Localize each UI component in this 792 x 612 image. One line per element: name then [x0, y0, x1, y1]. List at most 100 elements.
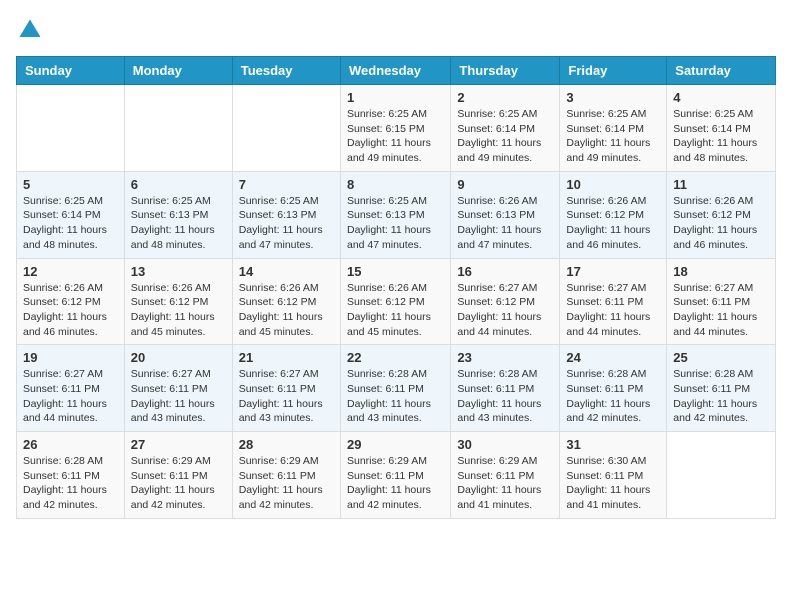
day-info: Sunrise: 6:25 AMSunset: 6:13 PMDaylight:… [347, 194, 444, 253]
day-number: 30 [457, 437, 553, 452]
day-info: Sunrise: 6:25 AMSunset: 6:14 PMDaylight:… [566, 107, 660, 166]
weekday-header-thursday: Thursday [451, 57, 560, 85]
day-number: 29 [347, 437, 444, 452]
day-number: 19 [23, 350, 118, 365]
day-number: 13 [131, 264, 226, 279]
day-info: Sunrise: 6:28 AMSunset: 6:11 PMDaylight:… [566, 367, 660, 426]
day-number: 11 [673, 177, 769, 192]
day-info: Sunrise: 6:26 AMSunset: 6:13 PMDaylight:… [457, 194, 553, 253]
day-number: 9 [457, 177, 553, 192]
day-info: Sunrise: 6:25 AMSunset: 6:14 PMDaylight:… [457, 107, 553, 166]
day-cell: 3 Sunrise: 6:25 AMSunset: 6:14 PMDaylight… [560, 85, 667, 172]
day-cell: 1 Sunrise: 6:25 AMSunset: 6:15 PMDaylight… [340, 85, 450, 172]
day-cell [667, 432, 776, 519]
day-cell: 22Sunrise: 6:28 AMSunset: 6:11 PMDayligh… [340, 345, 450, 432]
day-cell [124, 85, 232, 172]
day-info: Sunrise: 6:28 AMSunset: 6:11 PMDaylight:… [673, 367, 769, 426]
day-cell: 16 Sunrise: 6:27 AMSunset: 6:12 PMDayligh… [451, 258, 560, 345]
day-number: 1 [347, 90, 444, 105]
day-number: 7 [239, 177, 334, 192]
day-number: 2 [457, 90, 553, 105]
day-info: Sunrise: 6:30 AMSunset: 6:11 PMDaylight:… [566, 454, 660, 513]
day-number: 26 [23, 437, 118, 452]
weekday-header-row: SundayMondayTuesdayWednesdayThursdayFrid… [17, 57, 776, 85]
day-number: 15 [347, 264, 444, 279]
day-info: Sunrise: 6:25 AMSunset: 6:15 PMDaylight:… [347, 107, 444, 166]
day-info: Sunrise: 6:26 AMSunset: 6:12 PMDaylight:… [347, 281, 444, 340]
weekday-header-tuesday: Tuesday [232, 57, 340, 85]
week-row-3: 12 Sunrise: 6:26 AMSunset: 6:12 PMDayligh… [17, 258, 776, 345]
day-info: Sunrise: 6:27 AMSunset: 6:12 PMDaylight:… [457, 281, 553, 340]
day-info: Sunrise: 6:25 AMSunset: 6:13 PMDaylight:… [239, 194, 334, 253]
day-cell: 14Sunrise: 6:26 AMSunset: 6:12 PMDayligh… [232, 258, 340, 345]
day-cell: 2 Sunrise: 6:25 AMSunset: 6:14 PMDaylight… [451, 85, 560, 172]
day-cell: 31 Sunrise: 6:30 AMSunset: 6:11 PMDayligh… [560, 432, 667, 519]
week-row-2: 5Sunrise: 6:25 AMSunset: 6:14 PMDaylight… [17, 171, 776, 258]
day-cell [17, 85, 125, 172]
day-cell: 10 Sunrise: 6:26 AMSunset: 6:12 PMDayligh… [560, 171, 667, 258]
day-number: 16 [457, 264, 553, 279]
day-cell: 17Sunrise: 6:27 AMSunset: 6:11 PMDayligh… [560, 258, 667, 345]
day-cell: 5Sunrise: 6:25 AMSunset: 6:14 PMDaylight… [17, 171, 125, 258]
day-number: 8 [347, 177, 444, 192]
day-number: 12 [23, 264, 118, 279]
day-info: Sunrise: 6:25 AMSunset: 6:14 PMDaylight:… [23, 194, 118, 253]
day-number: 21 [239, 350, 334, 365]
day-cell: 12 Sunrise: 6:26 AMSunset: 6:12 PMDayligh… [17, 258, 125, 345]
day-info: Sunrise: 6:29 AMSunset: 6:11 PMDaylight:… [131, 454, 226, 513]
day-number: 10 [566, 177, 660, 192]
day-number: 27 [131, 437, 226, 452]
day-info: Sunrise: 6:25 AMSunset: 6:13 PMDaylight:… [131, 194, 226, 253]
logo [16, 16, 48, 44]
day-cell: 13 Sunrise: 6:26 AMSunset: 6:12 PMDayligh… [124, 258, 232, 345]
day-info: Sunrise: 6:26 AMSunset: 6:12 PMDaylight:… [131, 281, 226, 340]
day-number: 17 [566, 264, 660, 279]
weekday-header-saturday: Saturday [667, 57, 776, 85]
day-cell: 8 Sunrise: 6:25 AMSunset: 6:13 PMDaylight… [340, 171, 450, 258]
day-cell: 4 Sunrise: 6:25 AMSunset: 6:14 PMDaylight… [667, 85, 776, 172]
day-info: Sunrise: 6:27 AMSunset: 6:11 PMDaylight:… [23, 367, 118, 426]
day-cell: 7 Sunrise: 6:25 AMSunset: 6:13 PMDaylight… [232, 171, 340, 258]
day-info: Sunrise: 6:28 AMSunset: 6:11 PMDaylight:… [23, 454, 118, 513]
week-row-5: 26 Sunrise: 6:28 AMSunset: 6:11 PMDayligh… [17, 432, 776, 519]
day-cell: 21Sunrise: 6:27 AMSunset: 6:11 PMDayligh… [232, 345, 340, 432]
week-row-4: 19 Sunrise: 6:27 AMSunset: 6:11 PMDayligh… [17, 345, 776, 432]
day-info: Sunrise: 6:26 AMSunset: 6:12 PMDaylight:… [23, 281, 118, 340]
day-info: Sunrise: 6:27 AMSunset: 6:11 PMDaylight:… [673, 281, 769, 340]
day-cell: 29 Sunrise: 6:29 AMSunset: 6:11 PMDayligh… [340, 432, 450, 519]
day-cell: 30Sunrise: 6:29 AMSunset: 6:11 PMDayligh… [451, 432, 560, 519]
day-number: 18 [673, 264, 769, 279]
day-number: 6 [131, 177, 226, 192]
weekday-header-sunday: Sunday [17, 57, 125, 85]
day-cell: 15 Sunrise: 6:26 AMSunset: 6:12 PMDayligh… [340, 258, 450, 345]
day-number: 3 [566, 90, 660, 105]
day-cell: 6 Sunrise: 6:25 AMSunset: 6:13 PMDaylight… [124, 171, 232, 258]
day-cell: 24 Sunrise: 6:28 AMSunset: 6:11 PMDayligh… [560, 345, 667, 432]
weekday-header-friday: Friday [560, 57, 667, 85]
day-info: Sunrise: 6:26 AMSunset: 6:12 PMDaylight:… [673, 194, 769, 253]
day-number: 25 [673, 350, 769, 365]
day-info: Sunrise: 6:29 AMSunset: 6:11 PMDaylight:… [347, 454, 444, 513]
day-cell: 23 Sunrise: 6:28 AMSunset: 6:11 PMDayligh… [451, 345, 560, 432]
day-info: Sunrise: 6:26 AMSunset: 6:12 PMDaylight:… [566, 194, 660, 253]
day-cell: 26 Sunrise: 6:28 AMSunset: 6:11 PMDayligh… [17, 432, 125, 519]
day-info: Sunrise: 6:28 AMSunset: 6:11 PMDaylight:… [347, 367, 444, 426]
day-number: 31 [566, 437, 660, 452]
day-info: Sunrise: 6:25 AMSunset: 6:14 PMDaylight:… [673, 107, 769, 166]
day-cell: 11 Sunrise: 6:26 AMSunset: 6:12 PMDayligh… [667, 171, 776, 258]
weekday-header-wednesday: Wednesday [340, 57, 450, 85]
day-number: 23 [457, 350, 553, 365]
logo-icon [16, 16, 44, 44]
day-cell: 25 Sunrise: 6:28 AMSunset: 6:11 PMDayligh… [667, 345, 776, 432]
day-number: 24 [566, 350, 660, 365]
calendar-table: SundayMondayTuesdayWednesdayThursdayFrid… [16, 56, 776, 519]
day-cell: 28Sunrise: 6:29 AMSunset: 6:11 PMDayligh… [232, 432, 340, 519]
day-number: 14 [239, 264, 334, 279]
day-cell: 18 Sunrise: 6:27 AMSunset: 6:11 PMDayligh… [667, 258, 776, 345]
day-cell: 19 Sunrise: 6:27 AMSunset: 6:11 PMDayligh… [17, 345, 125, 432]
day-cell: 20Sunrise: 6:27 AMSunset: 6:11 PMDayligh… [124, 345, 232, 432]
day-number: 4 [673, 90, 769, 105]
day-info: Sunrise: 6:28 AMSunset: 6:11 PMDaylight:… [457, 367, 553, 426]
day-info: Sunrise: 6:29 AMSunset: 6:11 PMDaylight:… [239, 454, 334, 513]
day-info: Sunrise: 6:27 AMSunset: 6:11 PMDaylight:… [131, 367, 226, 426]
